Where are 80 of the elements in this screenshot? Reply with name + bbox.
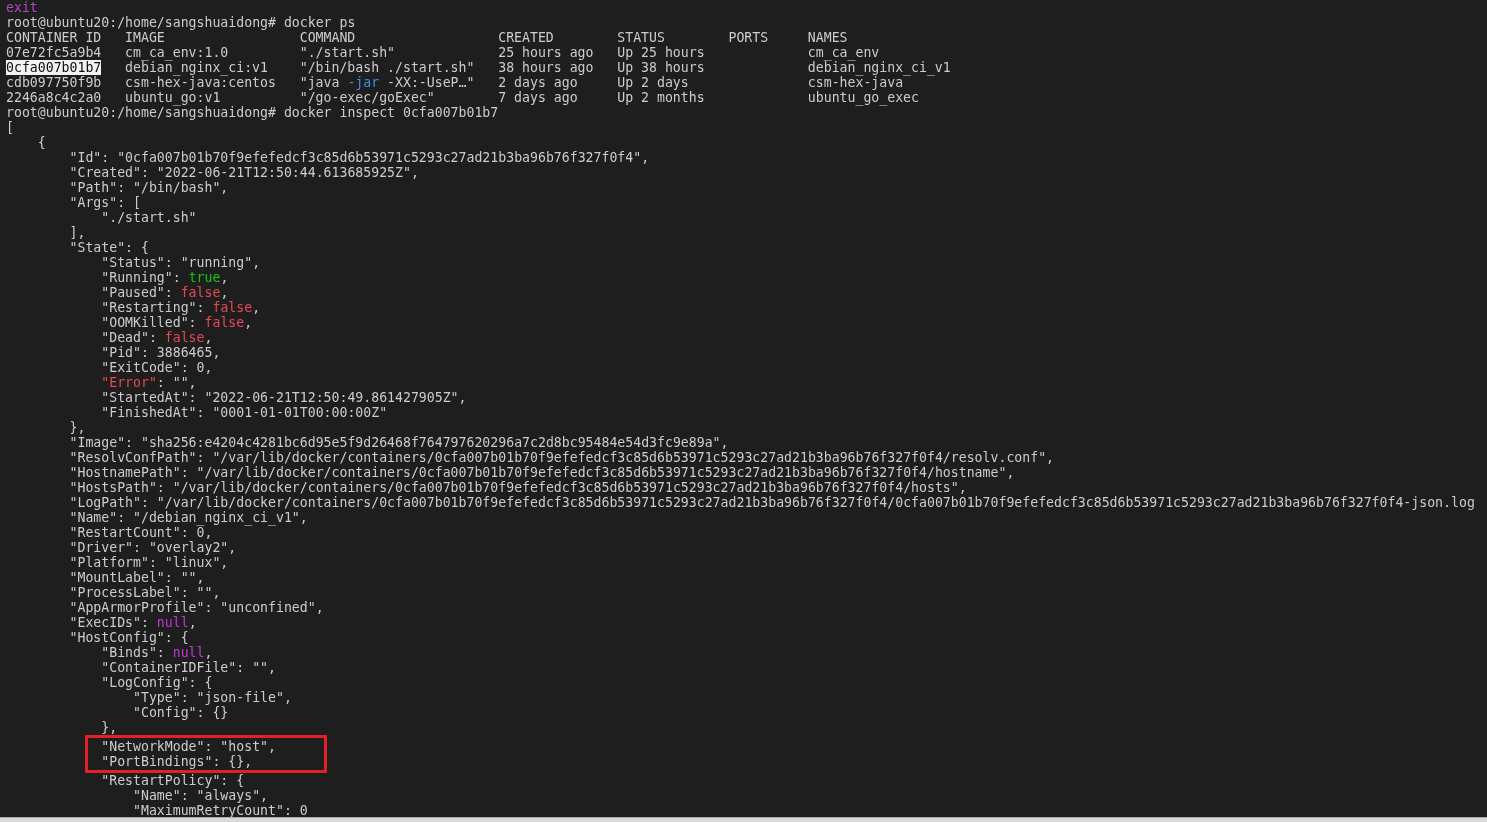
terminal-line: }, bbox=[100, 720, 118, 735]
table-cell: 0cfa007b01b7 bbox=[6, 60, 102, 75]
terminal-line: { bbox=[36, 135, 46, 150]
terminal-line: "ExecIDs": null, bbox=[68, 615, 197, 630]
table-cell: 07e72fc5a9b4 bbox=[6, 45, 102, 60]
terminal-line: "Error": "", bbox=[100, 375, 197, 390]
terminal-line: "ContainerIDFile": "", bbox=[100, 660, 276, 675]
terminal-line: "Restarting": false, bbox=[100, 300, 261, 315]
table-cell: "./start.sh" bbox=[299, 45, 395, 60]
table-cell: "java -jar -XX:-UseP…" bbox=[299, 75, 475, 90]
terminal-line: [ bbox=[6, 120, 14, 135]
terminal-line: "Image": "sha256:e4204c4281bc6d95e5f9d26468f764797620296a7c2d8bc95484e54d3fc9e89a", bbox=[68, 435, 729, 450]
table-cell: "/bin/bash ./start.sh" bbox=[299, 60, 475, 75]
terminal-line: "MountLabel": "", bbox=[68, 570, 205, 585]
column-header: CREATED bbox=[498, 30, 554, 45]
column-header: NAMES bbox=[807, 30, 848, 45]
terminal-line: "AppArmorProfile": "unconfined", bbox=[68, 600, 324, 615]
terminal-line: "Running": true, bbox=[100, 270, 229, 285]
column-header: COMMAND bbox=[299, 30, 356, 45]
terminal-line: "MaximumRetryCount": 0 bbox=[132, 803, 308, 818]
table-cell: 2 days ago bbox=[498, 75, 578, 90]
column-header: IMAGE bbox=[125, 30, 165, 45]
terminal-line: "Type": "json-file", bbox=[132, 690, 292, 705]
terminal-line: "Platform": "linux", bbox=[68, 555, 229, 570]
terminal-line: "State": { bbox=[68, 240, 149, 255]
table-cell: Up 2 days bbox=[617, 75, 689, 90]
terminal-line: exit bbox=[6, 0, 38, 15]
table-cell: debian_nginx_ci:v1 bbox=[125, 60, 268, 75]
terminal-line: "Paused": false, bbox=[100, 285, 229, 300]
table-cell: 2246a8c4c2a0 bbox=[6, 90, 102, 105]
terminal-line: "RestartPolicy": { bbox=[100, 773, 245, 788]
table-cell: cm_ca_env bbox=[807, 45, 880, 60]
terminal-line: "ResolvConfPath": "/var/lib/docker/containers/0cfa007b01b70f9efefedcf3c85d6b53971c5293c27ad21b3ba96b76f327f0f4/resolv.conf", bbox=[68, 450, 1055, 465]
column-header: STATUS bbox=[617, 30, 665, 45]
terminal-line: root@ubuntu20:/home/sangshuaidong# docker inspect 0cfa007b01b7 bbox=[6, 105, 499, 120]
table-cell: 25 hours ago bbox=[498, 45, 594, 60]
terminal-line: "FinishedAt": "0001-01-01T00:00:00Z" bbox=[100, 405, 388, 420]
table-cell: Up 38 hours bbox=[617, 60, 705, 75]
terminal-line: "OOMKilled": false, bbox=[100, 315, 253, 330]
terminal-line: "Name": "/debian_nginx_ci_v1", bbox=[68, 510, 308, 525]
table-cell: "/go-exec/goExec" bbox=[299, 90, 435, 105]
terminal-line: "Id": "0cfa007b01b70f9efefedcf3c85d6b53971c5293c27ad21b3ba96b76f327f0f4", bbox=[68, 150, 650, 165]
terminal-line: ], bbox=[68, 225, 86, 240]
table-cell: ubuntu_go:v1 bbox=[125, 90, 221, 105]
terminal-line: "Binds": null, bbox=[100, 645, 213, 660]
terminal-line: "ProcessLabel": "", bbox=[68, 585, 221, 600]
terminal-line: root@ubuntu20:/home/sangshuaidong# docker ps bbox=[6, 15, 356, 30]
terminal-line: "Driver": "overlay2", bbox=[68, 540, 237, 555]
terminal-line: "NetworkMode": "host", bbox=[100, 739, 276, 754]
terminal-line: "HostnamePath": "/var/lib/docker/containers/0cfa007b01b70f9efefedcf3c85d6b53971c5293c27ad21b3ba96b76f327f0f4/hostname", bbox=[68, 465, 1015, 480]
table-cell: cm_ca_env:1.0 bbox=[125, 45, 229, 60]
terminal-line: "Dead": false, bbox=[100, 330, 213, 345]
terminal-line: }, bbox=[68, 420, 86, 435]
table-cell: 38 hours ago bbox=[498, 60, 594, 75]
terminal-line: "Args": [ bbox=[68, 195, 141, 210]
terminal-line: "Pid": 3886465, bbox=[100, 345, 221, 360]
terminal-line: "ExitCode": 0, bbox=[100, 360, 213, 375]
table-cell: ubuntu_go_exec bbox=[807, 90, 919, 105]
terminal-line: "PortBindings": {}, bbox=[100, 754, 253, 769]
terminal-line: "HostConfig": { bbox=[68, 630, 189, 645]
terminal-line: "Created": "2022-06-21T12:50:44.613685925Z", bbox=[68, 165, 419, 180]
table-cell: Up 25 hours bbox=[617, 45, 705, 60]
terminal-line: "./start.sh" bbox=[100, 210, 197, 225]
terminal-line: "LogPath": "/var/lib/docker/containers/0cfa007b01b70f9efefedcf3c85d6b53971c5293c27ad21b3ba96b76f327f0f4/0cfa007b01b70f9efefedcf3c85d6b53971c5293c27ad21b3ba96b76f327f0f4-json.log bbox=[68, 495, 1475, 510]
terminal-line: "HostsPath": "/var/lib/docker/containers/0cfa007b01b70f9efefedcf3c85d6b53971c5293c27ad21b3ba96b76f327f0f4/hosts", bbox=[68, 480, 967, 495]
column-header: PORTS bbox=[728, 30, 769, 45]
terminal-line: "LogConfig": { bbox=[100, 675, 213, 690]
terminal-line: "StartedAt": "2022-06-21T12:50:49.861427905Z", bbox=[100, 390, 467, 405]
table-cell: Up 2 months bbox=[617, 90, 705, 105]
terminal-line: "Path": "/bin/bash", bbox=[68, 180, 229, 195]
table-cell: csm-hex-java bbox=[807, 75, 904, 90]
terminal-line: "RestartCount": 0, bbox=[68, 525, 213, 540]
table-cell: csm-hex-java:centos bbox=[125, 75, 276, 90]
terminal-line: "Name": "always", bbox=[132, 788, 268, 803]
column-header: CONTAINER ID bbox=[6, 30, 102, 45]
table-cell: 7 days ago bbox=[498, 90, 578, 105]
table-cell: cdb097750f9b bbox=[6, 75, 102, 90]
terminal-line: "Config": {} bbox=[132, 705, 229, 720]
terminal-line: "Status": "running", bbox=[100, 255, 261, 270]
table-cell: debian_nginx_ci_v1 bbox=[807, 60, 951, 75]
